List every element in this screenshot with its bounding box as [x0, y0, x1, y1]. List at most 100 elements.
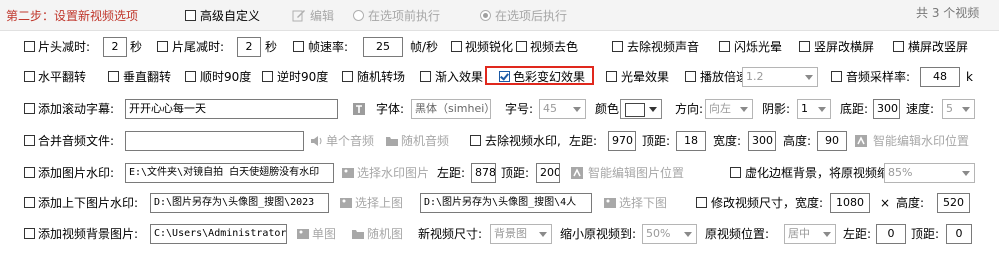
chevron-down-icon [649, 107, 657, 112]
top-bottom-image-label: 添加上下图片水印: [38, 196, 139, 210]
size-select[interactable]: 45 [539, 99, 586, 119]
random-transition-checkbox[interactable] [342, 71, 353, 82]
smart-image-button[interactable]: 智能编辑图片位置 [588, 165, 684, 181]
scroll-speed-label: 速度: [906, 102, 935, 116]
advanced-checkbox[interactable] [185, 10, 196, 21]
choose-bottom-icon [604, 198, 616, 208]
background-image-path[interactable]: C:\Users\Administrator [150, 224, 287, 244]
random-transition-label: 随机转场 [357, 70, 406, 84]
top-bottom-image-checkbox[interactable] [24, 197, 35, 208]
shrink-select[interactable]: 50% [642, 224, 697, 244]
fps-input[interactable]: 25 [363, 37, 403, 57]
ccw90-checkbox[interactable] [262, 71, 273, 82]
speed-value: 1.2 [746, 70, 764, 83]
remove-audio-checkbox[interactable] [612, 41, 623, 52]
samplerate-checkbox[interactable] [831, 71, 842, 82]
chevron-down-icon [962, 171, 970, 176]
resize-width-input[interactable]: 1080 [830, 193, 870, 213]
vflip-checkbox[interactable] [108, 71, 119, 82]
tail-trim-unit: 秒 [265, 40, 278, 54]
smart-watermark-button[interactable]: 智能编辑水印位置 [873, 133, 969, 149]
position-select[interactable]: 居中 [784, 224, 836, 244]
row-scroll-text: 添加滚动字幕: 开开心心每一天 字体: 黑体（simhei） 字号: 45 颜色… [0, 95, 999, 123]
top-image-path[interactable]: D:\图片另存为\头像图_搜图\2023 [150, 193, 329, 213]
bg-left-input[interactable]: 0 [876, 224, 906, 244]
single-audio-button[interactable]: 单个音频 [326, 133, 374, 149]
before-radio[interactable] [353, 10, 364, 21]
background-image-label: 添加视频背景图片: [38, 227, 139, 241]
random-image-button[interactable]: 随机图 [367, 226, 403, 242]
choose-top-button[interactable]: 选择上图 [355, 195, 403, 211]
font-label: 字体: [376, 102, 405, 116]
choose-top-icon [340, 198, 352, 208]
resize-height-input[interactable]: 520 [937, 193, 970, 213]
font-select[interactable]: 黑体（simhei） [411, 99, 491, 119]
tail-trim-input[interactable]: 2 [237, 37, 261, 57]
scroll-text-input[interactable]: 开开心心每一天 [125, 99, 338, 119]
bottom-input[interactable]: 300 [873, 99, 900, 119]
denoise-checkbox[interactable] [516, 41, 527, 52]
wm-left-label: 左距: [569, 134, 598, 148]
cw90-checkbox[interactable] [185, 71, 196, 82]
text-edit-icon[interactable] [352, 102, 366, 116]
tail-trim-checkbox[interactable] [157, 41, 168, 52]
merge-audio-checkbox[interactable] [24, 135, 35, 146]
choose-watermark-button[interactable]: 选择水印图片 [357, 165, 429, 181]
head-trim-checkbox[interactable] [24, 41, 35, 52]
merge-audio-input[interactable] [125, 131, 304, 151]
row-background-image: 添加视频背景图片: C:\Users\Administrator 单图 随机图 … [0, 220, 999, 248]
wm-width-input[interactable]: 300 [748, 131, 776, 151]
fade-in-checkbox[interactable] [420, 71, 431, 82]
v2h-checkbox[interactable] [799, 41, 810, 52]
fps-checkbox[interactable] [293, 41, 304, 52]
blur-scale-select[interactable]: 85% [884, 163, 975, 183]
h2v-checkbox[interactable] [893, 41, 904, 52]
after-radio[interactable] [480, 10, 491, 21]
direction-label: 方向: [675, 102, 704, 116]
direction-select[interactable]: 向左 [705, 99, 753, 119]
color-effect-checkbox[interactable] [499, 71, 510, 82]
merge-audio-label: 合并音频文件: [38, 134, 115, 148]
flash-checkbox[interactable] [719, 41, 730, 52]
background-image-checkbox[interactable] [24, 228, 35, 239]
speed-checkbox[interactable] [685, 71, 696, 82]
vflip-label: 垂直翻转 [123, 70, 172, 84]
remove-watermark-checkbox[interactable] [470, 135, 481, 146]
hflip-checkbox[interactable] [24, 71, 35, 82]
color-swatch [625, 103, 645, 117]
scroll-text-checkbox[interactable] [24, 103, 35, 114]
img-top-input[interactable]: 200 [536, 163, 560, 183]
sharpen-checkbox[interactable] [451, 41, 462, 52]
new-size-select[interactable]: 背景图 [490, 224, 552, 244]
shrink-value: 50% [646, 227, 671, 240]
color-picker[interactable] [620, 99, 662, 119]
new-size-value: 背景图 [494, 227, 527, 240]
halo-checkbox[interactable] [606, 71, 617, 82]
blur-border-checkbox[interactable] [730, 167, 741, 178]
wm-top-label: 顶距: [642, 134, 671, 148]
shadow-select[interactable]: 1 [797, 99, 831, 119]
head-trim-input[interactable]: 2 [103, 37, 127, 57]
image-watermark-path[interactable]: E:\文件夹\对镜自拍 白天使翅膀没有水印 [125, 163, 334, 183]
shrink-label: 缩小原视频到: [560, 227, 637, 241]
samplerate-input[interactable]: 48 [920, 67, 960, 87]
random-audio-button[interactable]: 随机音频 [401, 133, 449, 149]
font-value: 黑体（simhei） [415, 102, 491, 115]
random-image-icon [352, 230, 364, 239]
wm-left-input[interactable]: 970 [608, 131, 636, 151]
image-watermark-checkbox[interactable] [24, 167, 35, 178]
resize-checkbox[interactable] [696, 197, 707, 208]
single-image-button[interactable]: 单图 [312, 226, 336, 242]
bottom-image-path[interactable]: D:\图片另存为\头像图_搜图\4人 [420, 193, 592, 213]
bg-top-input[interactable]: 0 [946, 224, 972, 244]
speed-select[interactable]: 1.2 [742, 67, 818, 87]
edit-button[interactable]: 编辑 [310, 8, 334, 24]
wm-top-input[interactable]: 18 [676, 131, 706, 151]
choose-bottom-button[interactable]: 选择下图 [619, 195, 667, 211]
position-value: 居中 [788, 227, 810, 240]
scroll-speed-select[interactable]: 5 [942, 99, 975, 119]
image-watermark-label: 添加图片水印: [38, 166, 115, 180]
wm-height-input[interactable]: 90 [817, 131, 847, 151]
chevron-down-icon [573, 107, 581, 112]
img-left-input[interactable]: 878 [471, 163, 496, 183]
